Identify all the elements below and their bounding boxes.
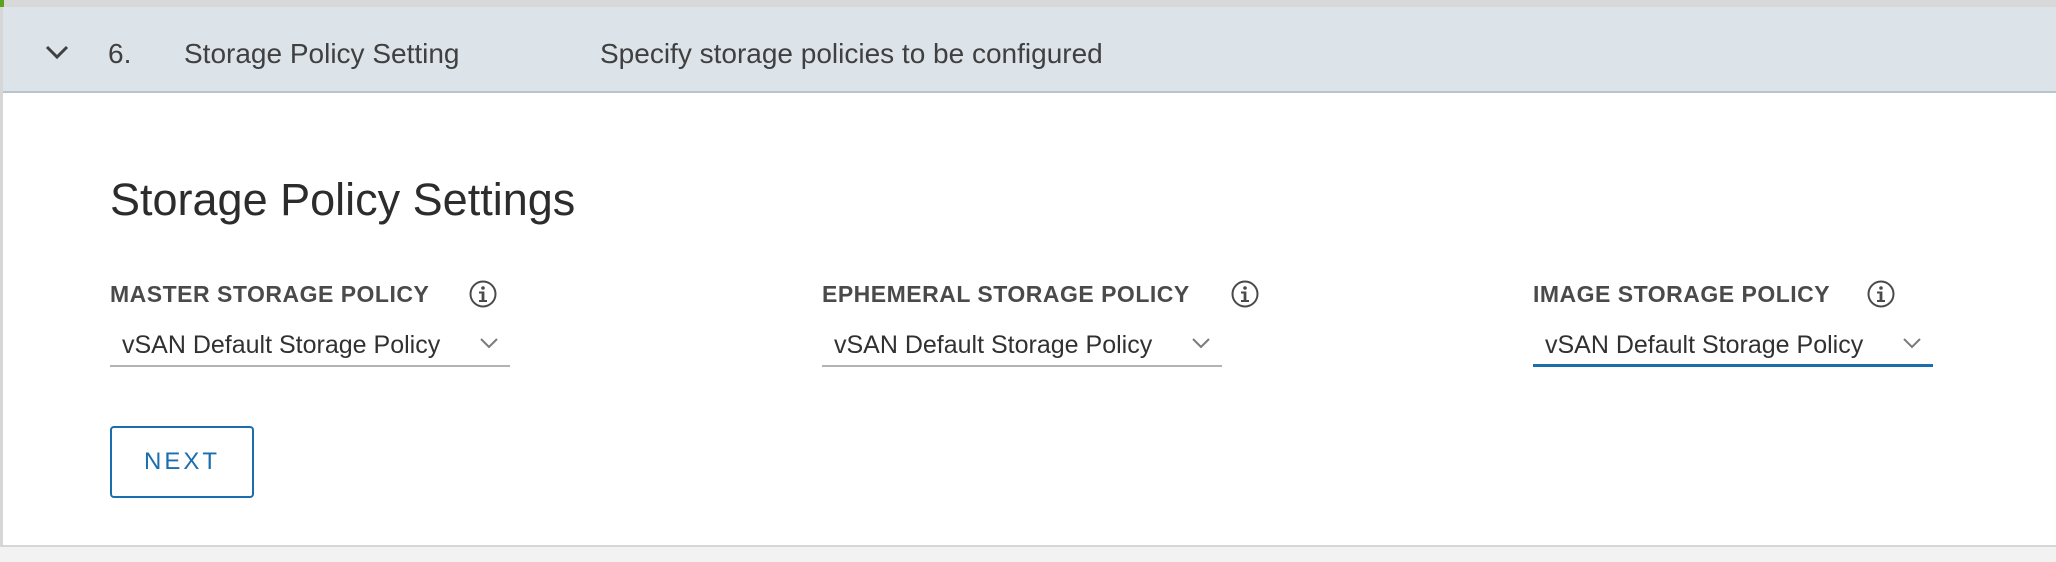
step-header[interactable]: 6. Storage Policy Setting Specify storag… xyxy=(3,7,2056,93)
step-number: 6. xyxy=(108,38,132,69)
top-divider xyxy=(0,0,2056,7)
wizard-page: 6. Storage Policy Setting Specify storag… xyxy=(0,0,2056,562)
section-title: Storage Policy Settings xyxy=(110,174,576,225)
master-storage-policy-select[interactable]: vSAN Default Storage Policy xyxy=(110,322,510,367)
info-icon[interactable] xyxy=(468,279,498,309)
ephemeral-storage-policy-select[interactable]: vSAN Default Storage Policy xyxy=(822,322,1222,367)
caret-down-icon xyxy=(478,334,500,352)
ephemeral-storage-policy-value: vSAN Default Storage Policy xyxy=(834,331,1153,359)
next-step-strip xyxy=(0,547,2056,562)
master-storage-policy-label: MASTER STORAGE POLICY xyxy=(110,281,430,307)
info-icon[interactable] xyxy=(1866,279,1896,309)
caret-down-icon xyxy=(1901,334,1923,352)
next-button[interactable]: NEXT xyxy=(110,426,254,498)
image-storage-policy-value: vSAN Default Storage Policy xyxy=(1545,331,1864,359)
chevron-down-icon[interactable] xyxy=(43,42,71,62)
image-storage-policy-select[interactable]: vSAN Default Storage Policy xyxy=(1533,322,1933,367)
image-storage-policy-label: IMAGE STORAGE POLICY xyxy=(1533,281,1831,307)
step-title: Storage Policy Setting xyxy=(184,38,460,69)
progress-accent xyxy=(0,0,4,7)
info-icon[interactable] xyxy=(1230,279,1260,309)
step-description: Specify storage policies to be configure… xyxy=(600,38,1103,69)
master-storage-policy-value: vSAN Default Storage Policy xyxy=(122,331,441,359)
caret-down-icon xyxy=(1190,334,1212,352)
ephemeral-storage-policy-label: EPHEMERAL STORAGE POLICY xyxy=(822,281,1190,307)
